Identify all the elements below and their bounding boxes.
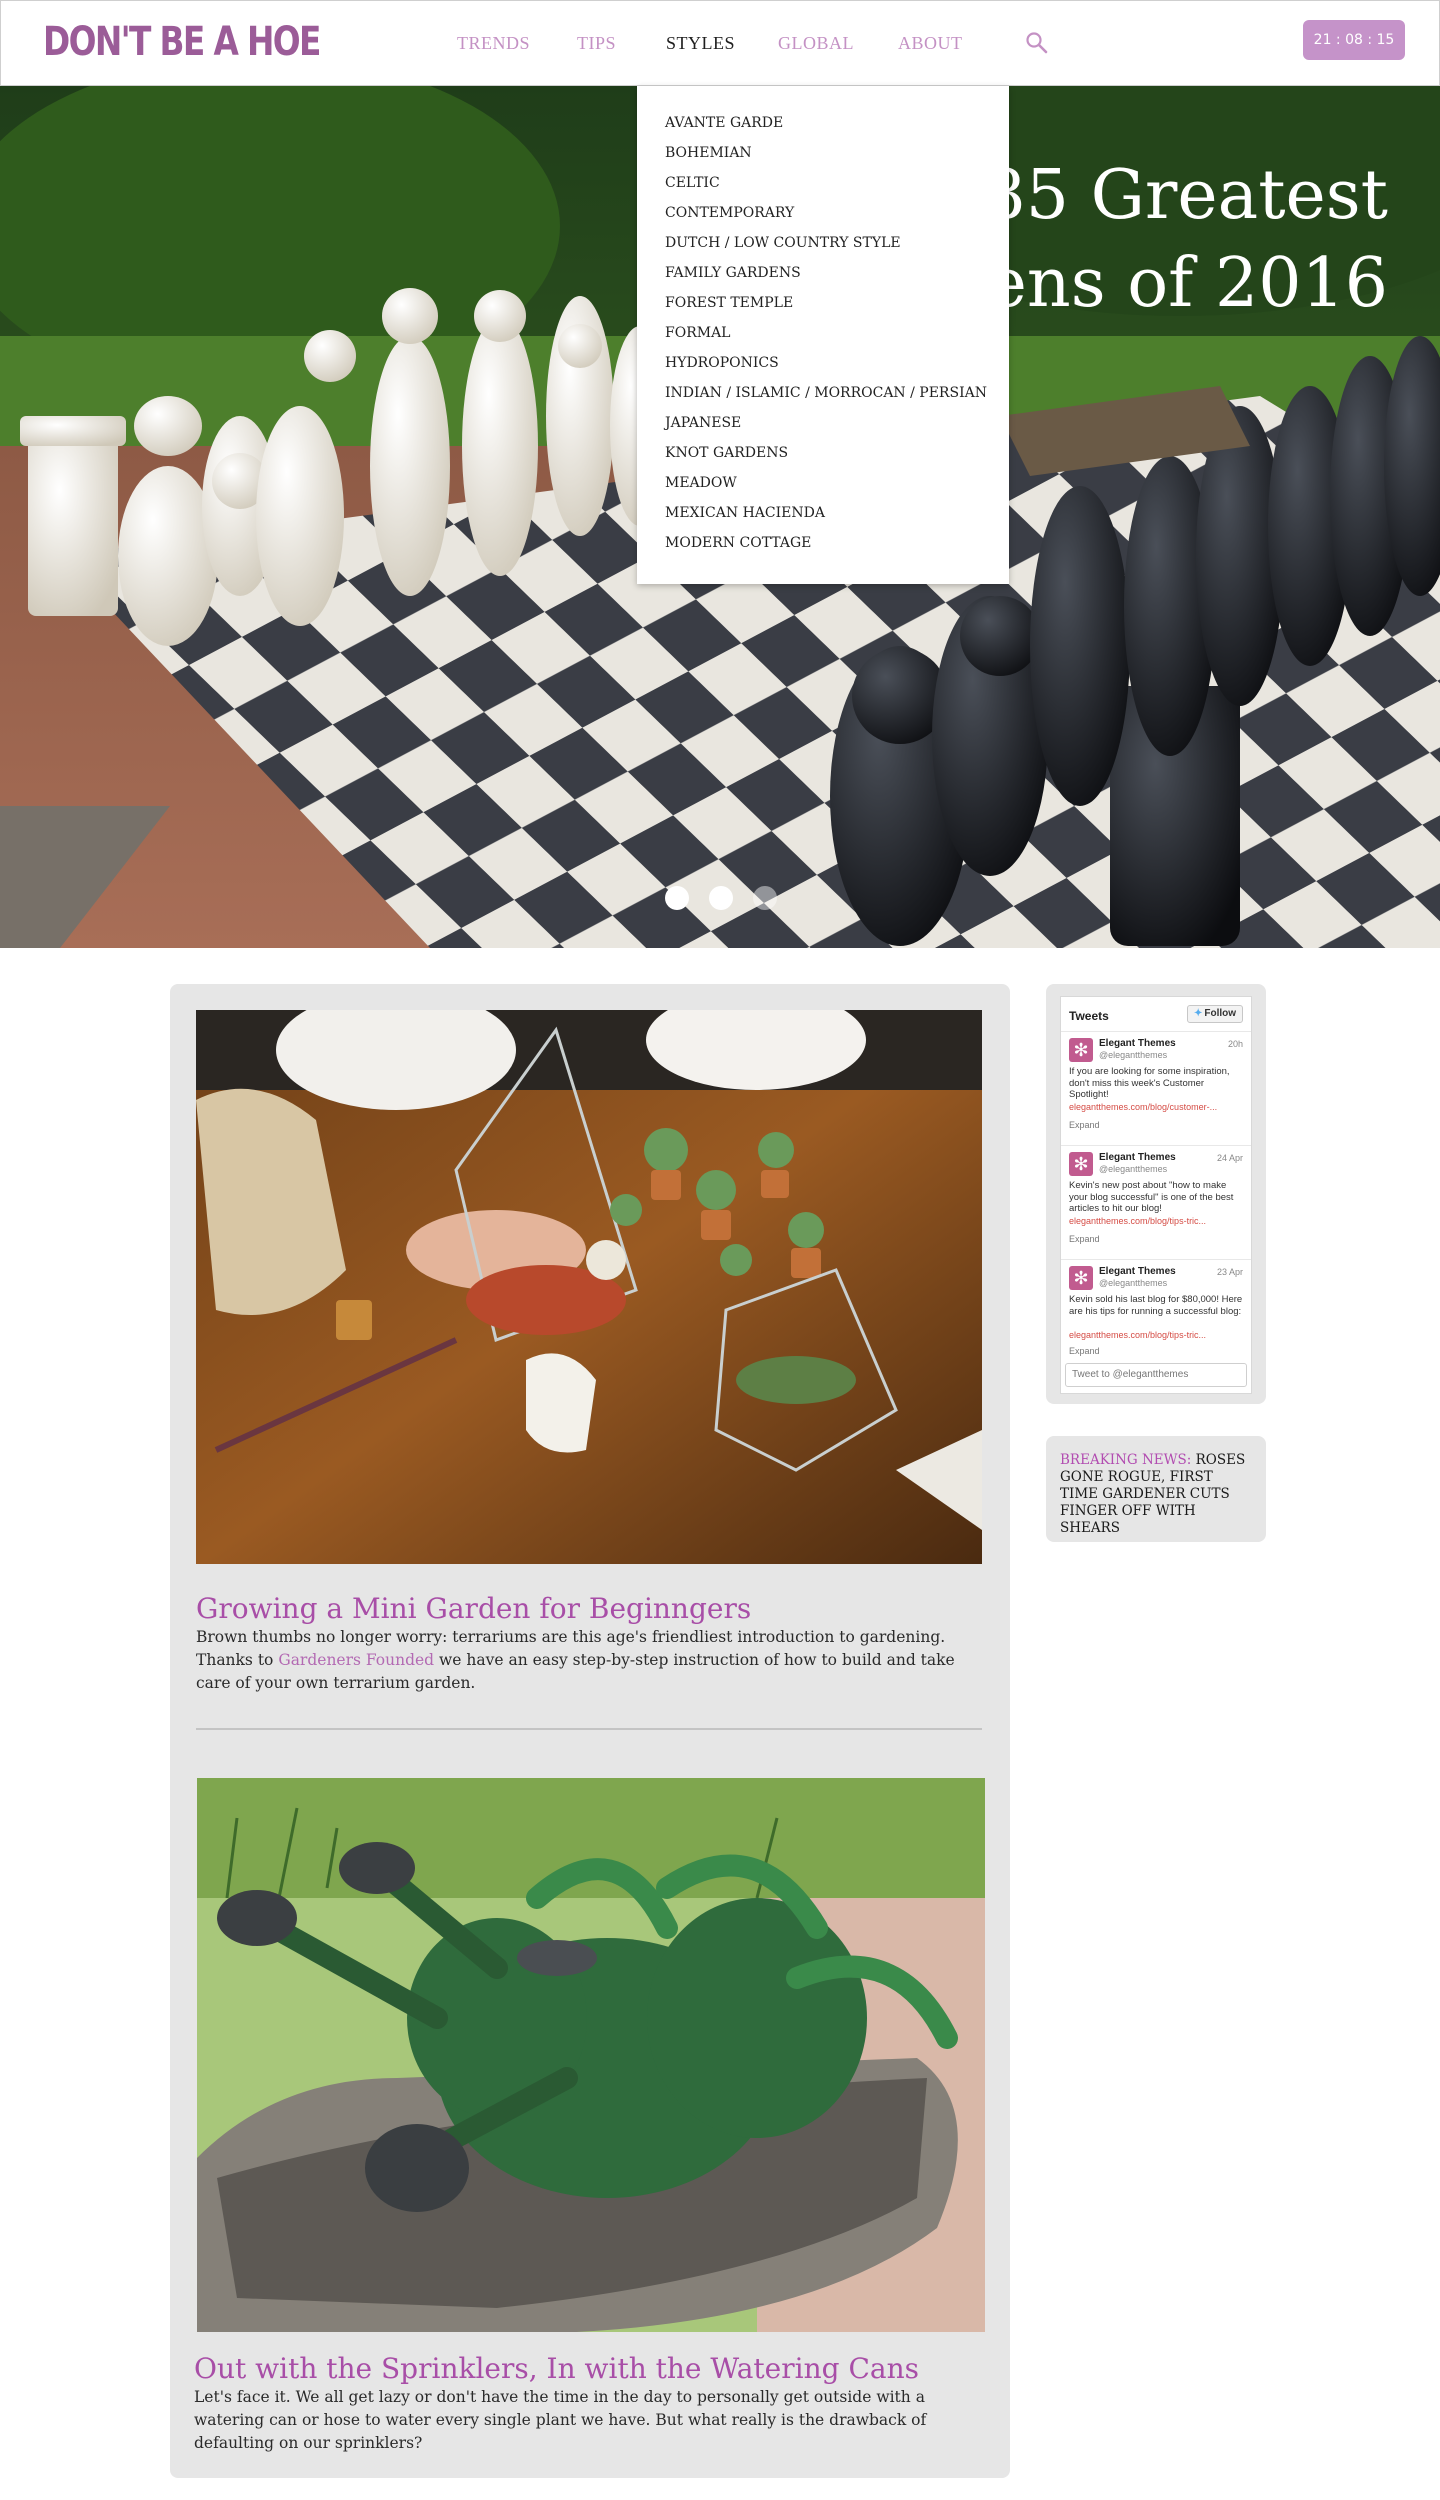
post-excerpt: Brown thumbs no longer worry: terrariums… — [196, 1626, 986, 1695]
tweet-expand[interactable]: Expand — [1069, 1346, 1100, 1356]
post-divider — [196, 1728, 982, 1730]
clock-display: 21 : 08 : 15 — [1303, 20, 1405, 60]
menu-item-meadow[interactable]: MEADOW — [637, 468, 1009, 498]
avatar[interactable]: ✻ — [1069, 1152, 1093, 1176]
post-list: Growing a Mini Garden for Beginngers Bro… — [170, 984, 1010, 2478]
avatar[interactable]: ✻ — [1069, 1266, 1093, 1290]
tweet-time[interactable]: 20h — [1228, 1039, 1243, 1049]
terrarium-photo — [196, 1010, 982, 1564]
tweet-item[interactable]: ✻ Elegant Themes @elegantthemes 23 Apr K… — [1061, 1259, 1251, 1359]
menu-item-modern-cottage[interactable]: MODERN COTTAGE — [637, 528, 1009, 558]
nav-tips[interactable]: TIPS — [577, 33, 616, 54]
post-excerpt: Let's face it. We all get lazy or don't … — [194, 2388, 927, 2452]
menu-item-family-gardens[interactable]: FAMILY GARDENS — [637, 258, 1009, 288]
menu-item-contemporary[interactable]: CONTEMPORARY — [637, 198, 1009, 228]
post-image-watering-cans[interactable] — [197, 1778, 985, 2332]
menu-item-formal[interactable]: FORMAL — [637, 318, 1009, 348]
post-title[interactable]: Growing a Mini Garden for Beginngers — [196, 1592, 996, 1625]
menu-item-forest-temple[interactable]: FOREST TEMPLE — [637, 288, 1009, 318]
tweet-link[interactable]: elegantthemes.com/blog/tips-tric... — [1069, 1330, 1245, 1340]
nav-styles[interactable]: STYLES — [666, 33, 735, 54]
tweet-author[interactable]: Elegant Themes — [1099, 1038, 1176, 1049]
breaking-news-box[interactable]: BREAKING NEWS: ROSES GONE ROGUE, FIRST T… — [1046, 1436, 1266, 1542]
tweet-expand[interactable]: Expand — [1069, 1234, 1100, 1244]
tweet-author[interactable]: Elegant Themes — [1099, 1152, 1176, 1163]
menu-item-japanese[interactable]: JAPANESE — [637, 408, 1009, 438]
nav-trends[interactable]: TRENDS — [457, 33, 530, 54]
menu-item-indian-islamic[interactable]: INDIAN / ISLAMIC / MORROCAN / PERSIAN — [637, 378, 1009, 408]
tweet-text: Kevin sold his last blog for $80,000! He… — [1069, 1294, 1243, 1317]
slider-dot-1[interactable] — [665, 886, 689, 910]
menu-item-mexican-hacienda[interactable]: MEXICAN HACIENDA — [637, 498, 1009, 528]
menu-item-celtic[interactable]: CELTIC — [637, 168, 1009, 198]
tweet-text: Kevin's new post about "how to make your… — [1069, 1180, 1234, 1214]
styles-dropdown-menu: AVANTE GARDE BOHEMIAN CELTIC CONTEMPORAR… — [637, 86, 1009, 584]
tweet-link[interactable]: elegantthemes.com/blog/tips-tric... — [1069, 1216, 1245, 1226]
tweet-author[interactable]: Elegant Themes — [1099, 1266, 1176, 1277]
tweet-text: If you are looking for some inspiration,… — [1069, 1066, 1230, 1100]
avatar[interactable]: ✻ — [1069, 1038, 1093, 1062]
tweet-handle[interactable]: @elegantthemes — [1099, 1050, 1167, 1060]
tweet-time[interactable]: 23 Apr — [1217, 1267, 1243, 1277]
tweet-link[interactable]: elegantthemes.com/blog/customer-... — [1069, 1102, 1245, 1112]
nav-about[interactable]: ABOUT — [898, 33, 963, 54]
tweet-expand[interactable]: Expand — [1069, 1120, 1100, 1130]
tweet-item[interactable]: ✻ Elegant Themes @elegantthemes 24 Apr K… — [1061, 1145, 1251, 1259]
tweet-input[interactable]: Tweet to @elegantthemes — [1065, 1363, 1247, 1387]
gardeners-founded-link[interactable]: Gardeners Founded — [278, 1651, 434, 1669]
tweet-time[interactable]: 24 Apr — [1217, 1153, 1243, 1163]
tweets-heading: Tweets — [1069, 1009, 1109, 1023]
post-image-terrarium[interactable] — [196, 1010, 982, 1564]
follow-label: Follow — [1204, 1008, 1237, 1019]
twitter-timeline: Tweets ✦ Follow ✻ Elegant Themes @elegant… — [1060, 996, 1252, 1394]
nav-global[interactable]: GLOBAL — [778, 33, 854, 54]
menu-item-hydroponics[interactable]: HYDROPONICS — [637, 348, 1009, 378]
search-icon[interactable] — [1025, 31, 1049, 55]
post-title[interactable]: Out with the Sprinklers, In with the Wat… — [194, 2352, 994, 2385]
slider-dot-2[interactable] — [709, 886, 733, 910]
menu-item-knot-gardens[interactable]: KNOT GARDENS — [637, 438, 1009, 468]
watering-cans-photo — [197, 1778, 985, 2332]
follow-button[interactable]: ✦ Follow — [1187, 1005, 1243, 1023]
tweet-handle[interactable]: @elegantthemes — [1099, 1164, 1167, 1174]
site-logo[interactable]: DON'T BE A HOE — [43, 19, 321, 65]
menu-item-dutch[interactable]: DUTCH / LOW COUNTRY STYLE — [637, 228, 1009, 258]
slider-dot-3[interactable] — [753, 886, 777, 910]
twitter-widget-panel: Tweets ✦ Follow ✻ Elegant Themes @elegant… — [1046, 984, 1266, 1404]
tweet-item[interactable]: ✻ Elegant Themes @elegantthemes 20h If y… — [1061, 1031, 1251, 1145]
tweet-handle[interactable]: @elegantthemes — [1099, 1278, 1167, 1288]
menu-item-bohemian[interactable]: BOHEMIAN — [637, 138, 1009, 168]
breaking-news-tag: BREAKING NEWS: — [1060, 1452, 1192, 1468]
menu-item-avante-garde[interactable]: AVANTE GARDE — [637, 108, 1009, 138]
twitter-bird-icon: ✦ — [1193, 1008, 1203, 1019]
site-header: DON'T BE A HOE TRENDS TIPS STYLES GLOBAL… — [0, 0, 1440, 86]
